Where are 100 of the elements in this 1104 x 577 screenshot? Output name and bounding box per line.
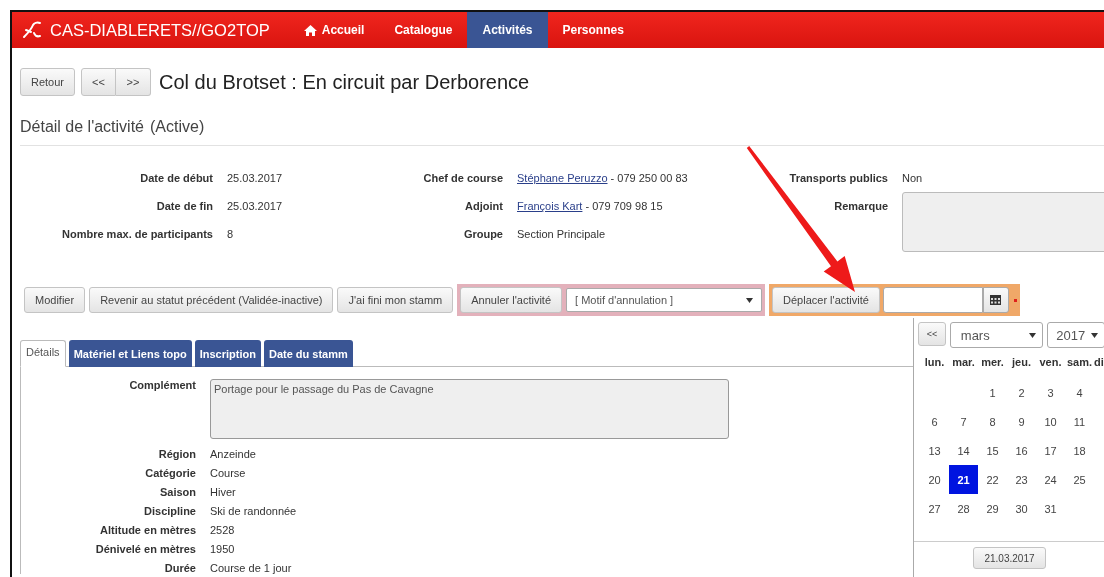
- brand-name[interactable]: CAS-DIABLERETS//GO2TOP: [50, 20, 270, 40]
- field-label: Discipline: [143, 505, 196, 517]
- weekday-label: lun.: [923, 356, 946, 370]
- calendar-day[interactable]: 3: [1036, 378, 1065, 407]
- field-value: Anzeinde: [210, 448, 257, 460]
- action-button[interactable]: J'ai fini mon stamm: [337, 287, 454, 313]
- calendar-day[interactable]: 23: [1007, 465, 1036, 494]
- nav-item[interactable]: Accueil: [288, 12, 380, 48]
- calendar-day[interactable]: 24: [1036, 465, 1065, 494]
- weekday-label: ven.: [1038, 356, 1063, 370]
- calendar-day[interactable]: 9: [1007, 407, 1036, 436]
- caret-icon: [1091, 332, 1098, 338]
- caret-icon: [1029, 332, 1037, 338]
- calendar-day[interactable]: 13: [920, 436, 949, 465]
- field-label: Complément: [128, 379, 196, 393]
- field-label: Nombre max. de participants: [61, 228, 213, 240]
- calendar-day[interactable]: 20: [920, 465, 949, 494]
- action-button[interactable]: Revenir au statut précédent (Validée-inactive): [89, 287, 334, 313]
- field-value: 25.03.2017: [227, 200, 284, 212]
- previous-month-button[interactable]: <<: [918, 322, 946, 346]
- year-select[interactable]: 2017: [1047, 322, 1104, 348]
- calendar-day[interactable]: 1: [978, 378, 1007, 407]
- calendar-day[interactable]: 7: [949, 407, 978, 436]
- field-label: Dénivelé en mètres: [94, 543, 196, 555]
- next-button[interactable]: >>: [116, 68, 152, 96]
- field-value: Course: [210, 467, 247, 479]
- calendar-day[interactable]: 15: [978, 436, 1007, 465]
- weekday-label: mer.: [980, 356, 1005, 370]
- calendar-day[interactable]: 4: [1065, 378, 1094, 407]
- nav-item[interactable]: Personnes: [547, 12, 639, 48]
- field-value: Non: [902, 172, 924, 184]
- field-label: Région: [157, 448, 196, 460]
- calendar-day[interactable]: 2: [1007, 378, 1036, 407]
- weekday-label: sam.: [1065, 356, 1094, 370]
- field-label: Altitude en mètres: [99, 524, 196, 536]
- field-label: Remarque: [833, 200, 888, 214]
- complement-field[interactable]: Portage pour le passage du Pas de Cavagne: [210, 379, 729, 439]
- calendar-icon: [990, 295, 1002, 305]
- back-button[interactable]: Retour: [20, 68, 76, 96]
- calendar-day[interactable]: 27: [920, 494, 949, 523]
- reason-select[interactable]: [ Motif d'annulation ]: [566, 288, 763, 312]
- tab[interactable]: Date du stamm: [263, 340, 353, 367]
- cancel-button[interactable]: Annuler l'activité: [460, 287, 563, 313]
- field-label: Catégorie: [144, 467, 196, 479]
- field-value: Section Principale: [517, 228, 607, 240]
- tab[interactable]: Matériel et Liens topo: [68, 340, 192, 367]
- field-value: 25.03.2017: [227, 172, 284, 184]
- calendar-day[interactable]: 8: [978, 407, 1007, 436]
- person-link[interactable]: François Kart: [517, 200, 583, 212]
- previous-button[interactable]: <<: [81, 68, 117, 96]
- tab[interactable]: Détails: [20, 340, 66, 367]
- field-label: Chef de course: [422, 172, 503, 184]
- field-label: Date de fin: [155, 200, 213, 212]
- climber-logo-icon: [22, 21, 42, 39]
- nav-item[interactable]: Activités: [467, 12, 548, 48]
- calendar-day[interactable]: 31: [1036, 494, 1065, 523]
- field-label: Groupe: [462, 228, 503, 240]
- calendar-day[interactable]: 14: [949, 436, 978, 465]
- weekday-label: jeu.: [1010, 356, 1032, 370]
- calendar-day[interactable]: 10: [1036, 407, 1065, 436]
- calendar-day[interactable]: 22: [978, 465, 1007, 494]
- person-link[interactable]: Stéphane Peruzzo: [517, 172, 608, 184]
- weekday-label: mar.: [951, 356, 976, 370]
- field-label: Date de début: [139, 172, 213, 184]
- calendar-day[interactable]: 21: [949, 465, 978, 494]
- calendar-day[interactable]: 11: [1065, 407, 1094, 436]
- caret-icon: [746, 297, 754, 303]
- page-title: Col du Brotset : En circuit par Derborence: [159, 70, 530, 94]
- calendar-day[interactable]: 28: [949, 494, 978, 523]
- field-label: Adjoint: [464, 200, 503, 212]
- field-label: Transports publics: [788, 172, 888, 184]
- remark-field[interactable]: [902, 192, 1104, 252]
- calendar-day[interactable]: 17: [1036, 436, 1065, 465]
- home-icon: [303, 24, 317, 36]
- calendar-day[interactable]: 16: [1007, 436, 1036, 465]
- field-value: Ski de randonnée: [210, 505, 298, 517]
- calendar-day[interactable]: 25: [1065, 465, 1094, 494]
- calendar-day[interactable]: 29: [978, 494, 1007, 523]
- field-value: 8: [227, 228, 235, 240]
- calendar-button[interactable]: [982, 287, 1009, 313]
- nav-item[interactable]: Catalogue: [379, 12, 468, 48]
- status-text: (Active): [150, 118, 205, 136]
- tab[interactable]: Inscription: [194, 340, 261, 367]
- field-label: Saison: [158, 486, 196, 498]
- field-value: Stéphane Peruzzo - 079 250 00 83: [517, 172, 689, 184]
- today-button[interactable]: 21.03.2017: [973, 547, 1046, 569]
- field-label: Durée: [163, 562, 196, 574]
- move-button[interactable]: Déplacer l'activité: [772, 287, 880, 313]
- calendar-day[interactable]: 30: [1007, 494, 1036, 523]
- calendar-day[interactable]: 6: [920, 407, 949, 436]
- field-value: 2528: [210, 524, 236, 536]
- action-button[interactable]: Modifier: [24, 287, 86, 313]
- field-value: Hiver: [210, 486, 237, 498]
- field-value: 1950: [210, 543, 236, 555]
- date-field[interactable]: [882, 287, 983, 313]
- calendar-day[interactable]: 18: [1065, 436, 1094, 465]
- field-value: Course de 1 jour: [210, 562, 293, 574]
- field-value: François Kart - 079 709 98 15: [517, 200, 664, 212]
- month-select[interactable]: mars: [949, 322, 1044, 348]
- weekday-label: di: [1094, 356, 1104, 370]
